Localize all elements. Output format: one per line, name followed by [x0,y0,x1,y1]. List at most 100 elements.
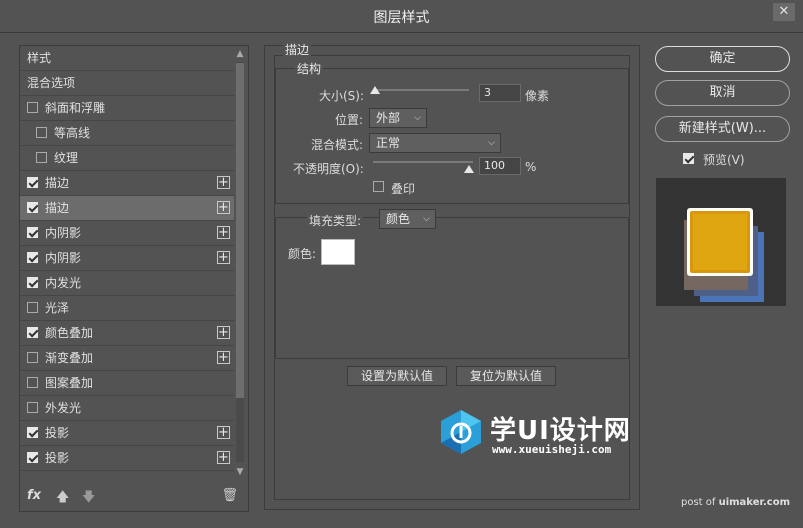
scroll-down-icon[interactable]: ▼ [234,466,246,478]
position-label: 位置: [335,113,364,127]
add-effect-icon[interactable]: + [217,426,230,439]
ok-button[interactable]: 确定 [655,46,790,72]
title-bar: 图层样式 ✕ [0,0,803,33]
opacity-slider-thumb[interactable] [464,165,474,173]
style-list-item-label: 纹理 [54,151,79,165]
style-checkbox[interactable] [27,252,38,263]
fx-icon[interactable]: fx [27,488,41,503]
size-slider-thumb[interactable] [370,86,380,94]
watermark-url: www.xueuisheji.com [492,443,612,456]
style-list-item-label: 内阴影 [45,226,82,240]
style-list-item[interactable]: 混合选项 [20,71,234,96]
preview-checkbox[interactable] [683,153,694,164]
style-checkbox[interactable] [36,127,47,138]
add-effect-icon[interactable]: + [217,251,230,264]
color-swatch[interactable] [321,239,355,265]
opacity-slider-track[interactable] [373,161,473,163]
style-list-item[interactable]: 描边 + [20,171,234,196]
chevron-down-icon: ⌵ [488,138,495,148]
add-effect-icon[interactable]: + [217,351,230,364]
move-down-icon[interactable]: 🡇 [82,488,95,510]
style-list-item[interactable]: 渐变叠加 + [20,346,234,371]
preview-thumbnail [684,208,764,302]
position-select[interactable]: 外部 ⌵ [369,108,427,128]
style-list-item[interactable]: 外发光 [20,396,234,421]
preview-label: 预览(V) [703,153,745,167]
style-checkbox[interactable] [27,402,38,413]
style-list-item-label: 光泽 [45,301,70,315]
add-effect-icon[interactable]: + [217,451,230,464]
styles-list-footer: fx 🡅 🡇 🗑 [20,483,248,511]
fill-type-select[interactable]: 颜色 ⌵ [379,209,436,229]
style-checkbox[interactable] [36,152,47,163]
scroll-up-icon[interactable]: ▲ [234,48,246,60]
stroke-section-title: 描边 [283,41,312,58]
scroll-thumb[interactable] [236,63,244,398]
style-checkbox[interactable] [27,202,38,213]
credit-text: post of uimaker.com [681,497,790,508]
overprint-checkbox[interactable] [373,181,384,192]
style-list-item[interactable]: 描边 + [20,196,234,221]
credit-prefix: post of [681,497,719,508]
style-list-item-label: 混合选项 [27,76,76,90]
fill-type-select-value: 颜色 [386,212,411,226]
style-list-item[interactable]: 光泽 [20,296,234,321]
color-label: 颜色: [288,247,317,261]
trash-icon[interactable]: 🗑 [221,488,238,503]
structure-title: 结构 [295,60,324,77]
window-title: 图层样式 [373,10,430,26]
style-checkbox[interactable] [27,102,38,113]
add-effect-icon[interactable]: + [217,326,230,339]
fill-type-label: 填充类型: [307,212,364,229]
size-unit: 像素 [525,89,550,103]
size-input[interactable]: 3 [479,84,521,102]
style-list-item[interactable]: 内发光 [20,271,234,296]
style-list-item[interactable]: 样式 [20,46,234,71]
style-list-item[interactable]: 投影 + [20,446,234,471]
chevron-down-icon: ⌵ [423,214,430,224]
style-checkbox[interactable] [27,352,38,363]
style-list-item[interactable]: 斜面和浮雕 [20,96,234,121]
style-checkbox[interactable] [27,327,38,338]
style-checkbox[interactable] [27,427,38,438]
add-effect-icon[interactable]: + [217,201,230,214]
new-style-button[interactable]: 新建样式(W)... [655,116,790,142]
style-checkbox[interactable] [27,452,38,463]
style-list-item-label: 颜色叠加 [45,326,94,340]
styles-list-scrollbar[interactable]: ▲ ▼ [234,46,246,482]
cancel-button[interactable]: 取消 [655,80,790,106]
size-slider-track[interactable] [373,89,469,91]
styles-list: 样式混合选项斜面和浮雕等高线纹理描边 + 描边 + 内阴影 + 内阴影 + 内发光光泽颜色叠加 +… [20,46,234,482]
close-button[interactable]: ✕ [773,3,795,21]
reset-default-button[interactable]: 复位为默认值 [456,366,556,386]
style-list-item-label: 内阴影 [45,251,82,265]
overprint-label: 叠印 [391,182,416,196]
style-list-item-label: 斜面和浮雕 [45,101,106,115]
style-list-item[interactable]: 等高线 [20,121,234,146]
style-list-item[interactable]: 纹理 [20,146,234,171]
opacity-input[interactable]: 100 [479,157,521,175]
move-up-icon[interactable]: 🡅 [56,488,69,510]
styles-list-panel: 样式混合选项斜面和浮雕等高线纹理描边 + 描边 + 内阴影 + 内阴影 + 内发光光泽颜色叠加 +… [19,45,249,512]
style-checkbox[interactable] [27,177,38,188]
add-effect-icon[interactable]: + [217,226,230,239]
style-list-item[interactable]: 颜色叠加 + [20,321,234,346]
set-default-button[interactable]: 设置为默认值 [347,366,447,386]
style-checkbox[interactable] [27,227,38,238]
style-list-item-label: 渐变叠加 [45,351,94,365]
style-list-item[interactable]: 内阴影 + [20,221,234,246]
style-list-item-label: 样式 [27,51,52,65]
size-label: 大小(S): [319,89,365,103]
style-list-item[interactable]: 内阴影 + [20,246,234,271]
watermark-brand: 学UI设计网 [490,416,631,446]
position-select-value: 外部 [376,111,401,125]
style-list-item-label: 投影 [45,426,70,440]
style-list-item[interactable]: 投影 + [20,421,234,446]
opacity-unit: % [525,160,537,174]
style-checkbox[interactable] [27,377,38,388]
blend-mode-select[interactable]: 正常 ⌵ [369,133,501,153]
add-effect-icon[interactable]: + [217,176,230,189]
style-checkbox[interactable] [27,302,38,313]
style-checkbox[interactable] [27,277,38,288]
style-list-item[interactable]: 图案叠加 [20,371,234,396]
